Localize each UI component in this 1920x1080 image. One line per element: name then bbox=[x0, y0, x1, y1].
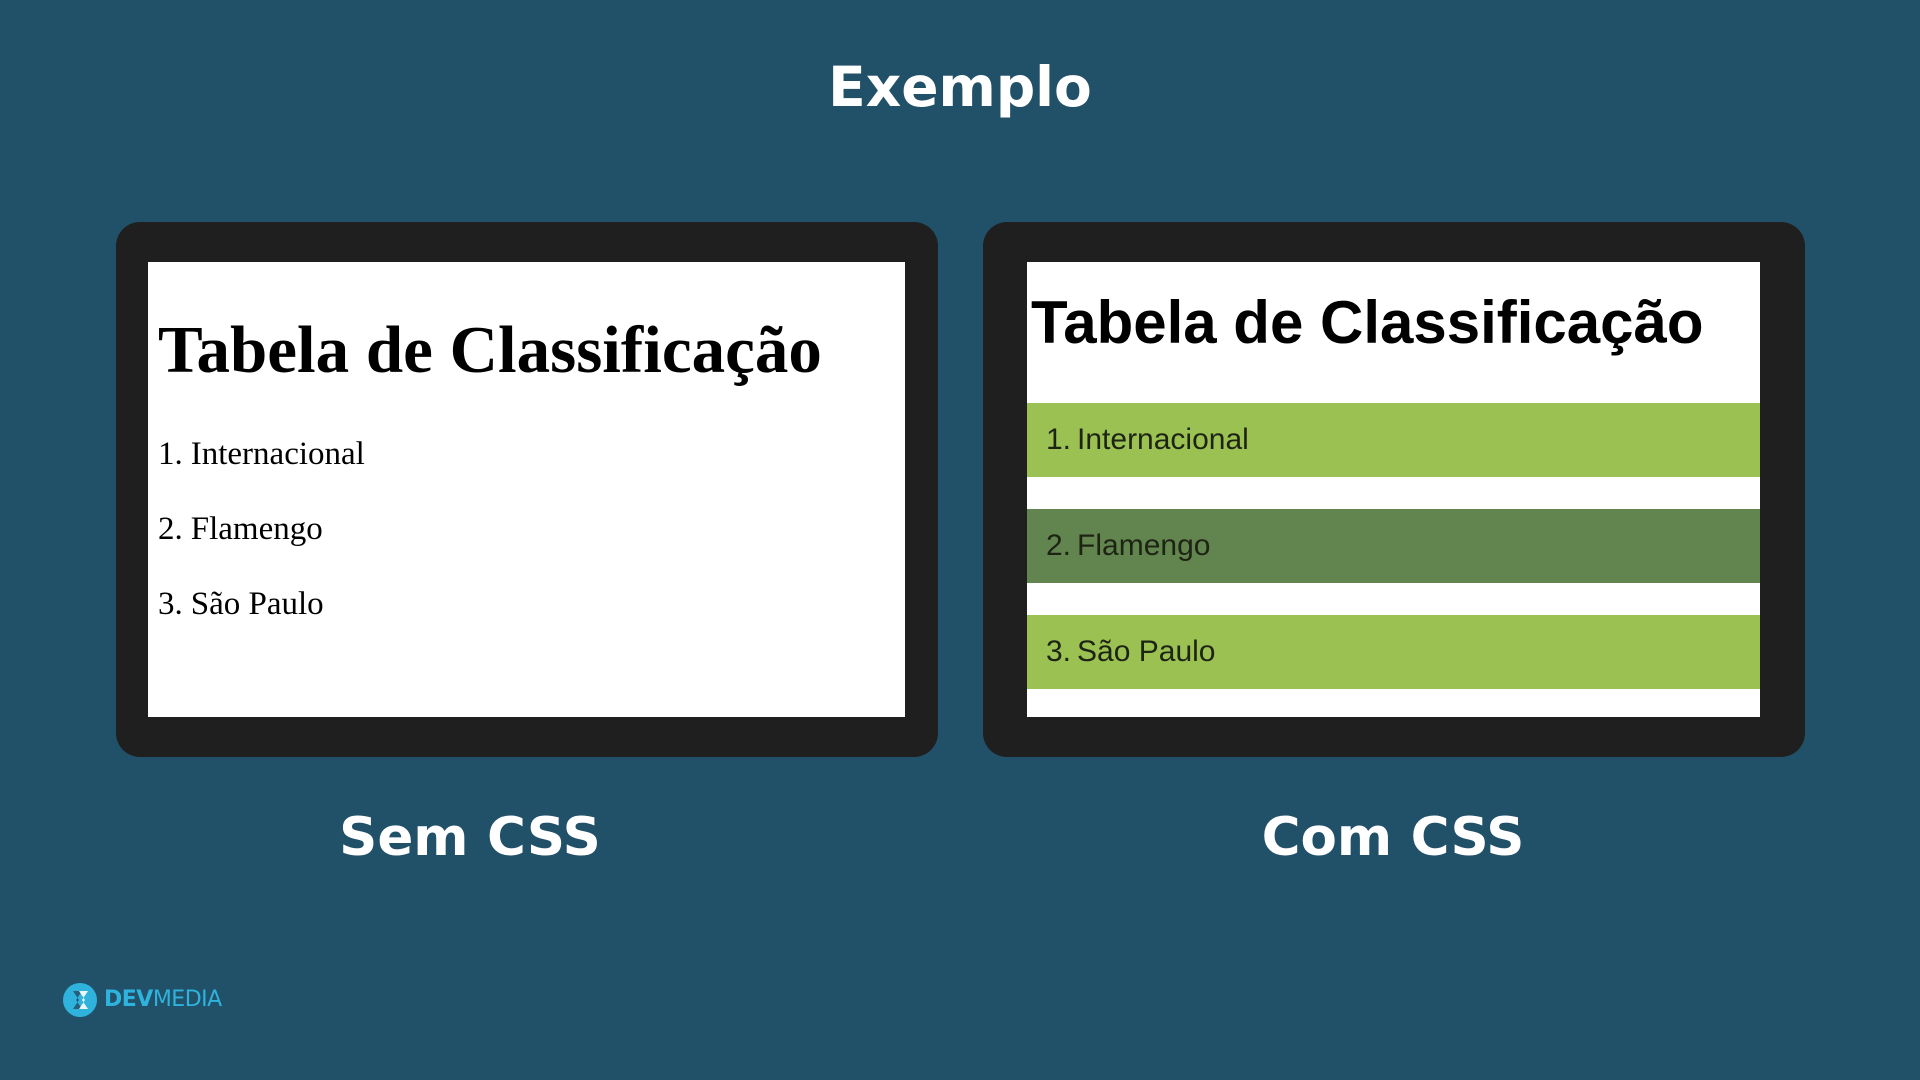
styled-page-heading: Tabela de Classificação bbox=[1031, 289, 1704, 356]
styled-list-item: 1. Internacional bbox=[1027, 403, 1760, 477]
plain-ranking-list: 1. Internacional 2. Flamengo 3. São Paulo bbox=[158, 434, 365, 659]
plain-list-item: 2. Flamengo bbox=[158, 509, 365, 549]
logo-text-dev: DEV bbox=[104, 987, 153, 1012]
styled-item-number: 2. bbox=[1046, 529, 1072, 562]
caption-com-css: Com CSS bbox=[1261, 807, 1525, 868]
styled-item-team: São Paulo bbox=[1077, 635, 1216, 668]
slide-title: Exemplo bbox=[828, 55, 1092, 119]
styled-list-item: 2. Flamengo bbox=[1027, 509, 1760, 583]
plain-item-team: Internacional bbox=[190, 436, 365, 472]
styled-item-team: Internacional bbox=[1077, 423, 1249, 456]
plain-list-item: 3. São Paulo bbox=[158, 584, 365, 624]
plain-item-team: Flamengo bbox=[190, 511, 323, 547]
styled-list-item: 3. São Paulo bbox=[1027, 615, 1760, 689]
plain-item-number: 2. bbox=[158, 511, 183, 547]
browser-screen-com-css: Tabela de Classificação 1. Internacional … bbox=[1027, 262, 1760, 717]
styled-item-number: 1. bbox=[1046, 423, 1072, 456]
devmedia-logo: DEVMEDIA bbox=[62, 981, 222, 1019]
styled-ranking-list: 1. Internacional 2. Flamengo 3. São Paulo bbox=[1027, 403, 1760, 717]
plain-item-team: São Paulo bbox=[190, 586, 324, 622]
plain-page-heading: Tabela de Classificação bbox=[158, 313, 822, 387]
plain-item-number: 3. bbox=[158, 586, 183, 622]
browser-screen-sem-css: Tabela de Classificação 1. Internacional … bbox=[148, 262, 905, 717]
styled-item-number: 3. bbox=[1046, 635, 1072, 668]
plain-item-number: 1. bbox=[158, 436, 183, 472]
plain-list-item: 1. Internacional bbox=[158, 434, 365, 474]
styled-item-team: Flamengo bbox=[1077, 529, 1211, 562]
preview-frame-sem-css: Tabela de Classificação 1. Internacional … bbox=[116, 222, 938, 757]
logo-text-media: MEDIA bbox=[152, 987, 222, 1012]
devmedia-wordmark: DEVMEDIA bbox=[104, 981, 222, 1019]
preview-frame-com-css: Tabela de Classificação 1. Internacional … bbox=[983, 222, 1805, 757]
caption-sem-css: Sem CSS bbox=[339, 807, 601, 868]
devmedia-logo-icon bbox=[63, 983, 97, 1017]
